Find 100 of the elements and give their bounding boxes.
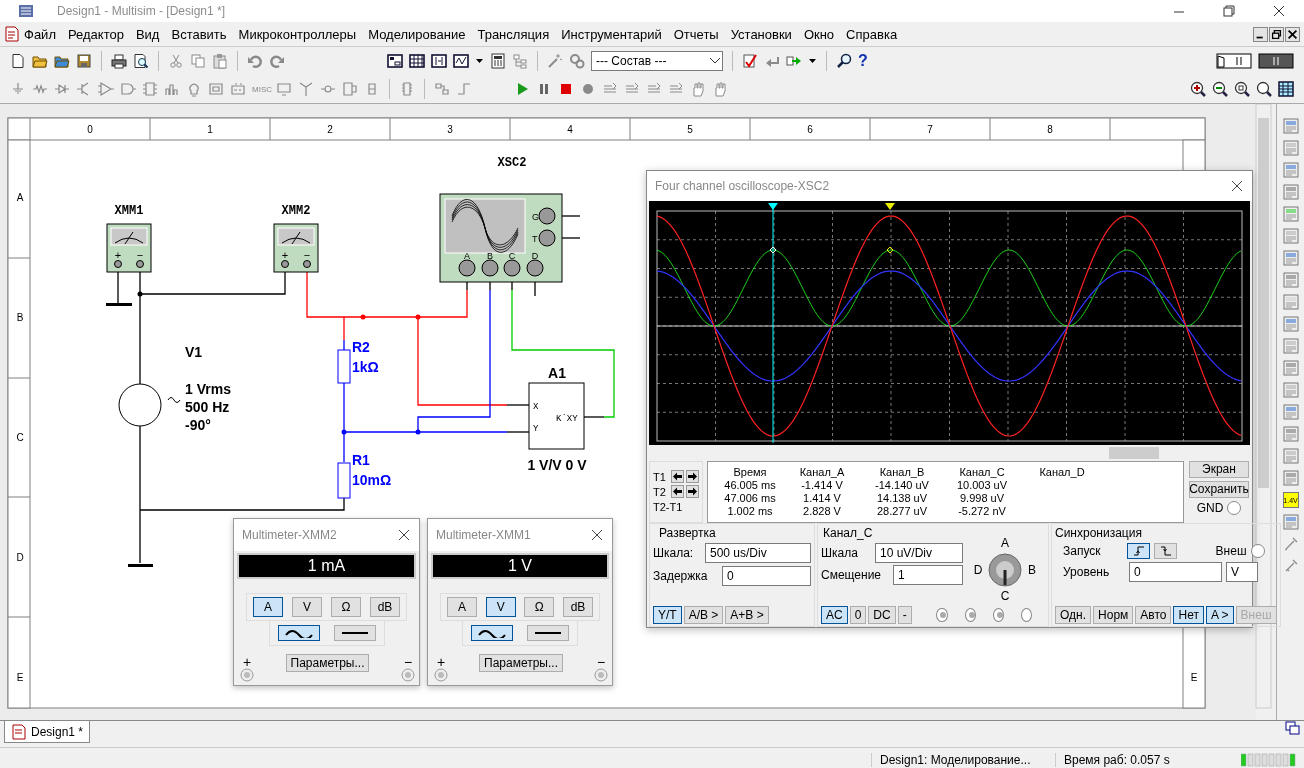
hand-icon[interactable] [712, 81, 728, 97]
cut-icon[interactable] [168, 53, 184, 69]
menu-item[interactable]: Вставить [171, 26, 227, 42]
menu-item[interactable]: Отчеты [673, 26, 719, 42]
menu-item[interactable]: Файл [24, 26, 56, 42]
radio-button[interactable] [1227, 500, 1242, 515]
ground-symbol-icon[interactable] [10, 81, 26, 97]
mode-button[interactable]: - [897, 606, 912, 624]
logic-gate-icon[interactable] [120, 81, 136, 97]
scale-field[interactable]: 500 us/Div [705, 543, 811, 563]
open-folder-icon[interactable] [54, 53, 70, 69]
instrument-panel-icon[interactable] [1282, 250, 1299, 266]
menu-item[interactable]: Справка [846, 26, 898, 42]
restore-icon[interactable] [1269, 26, 1284, 42]
dc-mode-button[interactable] [333, 625, 376, 641]
radio-button[interactable] [936, 608, 948, 622]
chip-icon[interactable] [142, 81, 158, 97]
step-signal-icon[interactable] [456, 81, 472, 97]
grid-icon[interactable] [409, 53, 425, 69]
menu-item[interactable]: Окно [803, 26, 835, 42]
instrument-panel-icon[interactable] [1282, 162, 1299, 178]
radio-button[interactable] [964, 608, 976, 622]
instrument-panel-icon[interactable] [1282, 118, 1299, 134]
right-arrow-button[interactable] [686, 470, 699, 484]
mode-button[interactable]: A [447, 597, 477, 617]
bar-chart-icon[interactable] [164, 81, 180, 97]
open-folder-icon[interactable] [32, 53, 48, 69]
instrument-panel-icon[interactable] [1282, 360, 1299, 376]
mode-button[interactable]: DC [868, 606, 896, 624]
mode-button[interactable]: A+B > [725, 606, 769, 624]
graph-icon[interactable] [453, 53, 469, 69]
connector-icon[interactable] [434, 81, 450, 97]
instrument-panel-icon[interactable] [1282, 470, 1299, 486]
paste-icon[interactable] [212, 53, 228, 69]
minimize-icon[interactable] [1253, 26, 1268, 42]
right-arrow-button[interactable] [686, 485, 699, 499]
menu-item[interactable]: Инструментарий [561, 26, 662, 42]
checklist-icon[interactable] [742, 53, 758, 69]
close-icon[interactable] [1285, 26, 1300, 42]
close-icon[interactable] [1272, 4, 1286, 18]
battery-icon[interactable] [230, 81, 246, 97]
menu-item[interactable]: Микроконтроллеры [238, 26, 357, 42]
mode-button[interactable]: Ω [331, 597, 361, 617]
instrument-panel-icon[interactable] [1282, 294, 1299, 310]
instrument-panel-icon[interactable] [1282, 206, 1299, 222]
calculator-icon[interactable] [490, 53, 506, 69]
radio-button[interactable] [1250, 544, 1265, 558]
component-filter-dropdown[interactable]: --- Состав --- [591, 51, 723, 71]
instrument-panel-icon[interactable] [1282, 514, 1299, 530]
menu-item[interactable]: Трансляция [477, 26, 550, 42]
panel-icon[interactable] [431, 53, 447, 69]
ac-mode-button[interactable] [471, 625, 513, 641]
document-tab[interactable]: Design1 * [4, 721, 91, 743]
instrument-panel-icon[interactable] [1282, 272, 1299, 288]
mode-button[interactable]: A/B > [683, 606, 724, 624]
mode-button[interactable]: Авто [1135, 606, 1172, 624]
new-document-icon[interactable] [10, 53, 26, 69]
instrument-panel-icon[interactable] [1282, 426, 1299, 442]
instrument-panel-icon[interactable] [1282, 382, 1299, 398]
close-icon[interactable] [397, 528, 411, 542]
close-icon[interactable] [590, 528, 604, 542]
instrument-panel-icon[interactable] [1282, 184, 1299, 200]
instrument-panel-icon[interactable] [1282, 140, 1299, 156]
display-panel-icon[interactable] [1258, 52, 1294, 70]
falling-edge-button[interactable] [1154, 543, 1177, 559]
instrument-panel-icon[interactable] [1282, 448, 1299, 464]
zoom-out-icon[interactable] [1212, 81, 1228, 97]
left-arrow-button[interactable] [671, 485, 684, 499]
display-icon[interactable] [208, 81, 224, 97]
monitor-icon[interactable] [276, 81, 292, 97]
menu-item[interactable]: Моделирование [368, 26, 466, 42]
mode-button[interactable]: Ω [524, 597, 555, 617]
gears-icon[interactable] [569, 53, 585, 69]
instrument-panel-icon[interactable] [1282, 228, 1299, 244]
mode-button[interactable]: Нет [1173, 606, 1204, 624]
wand-icon[interactable] [547, 53, 563, 69]
mode-button[interactable]: A > [1205, 606, 1234, 624]
mode-button[interactable]: 0 [849, 606, 867, 624]
settings-button[interactable]: Параметры... [285, 654, 370, 672]
instrument-panel-icon[interactable] [1282, 404, 1299, 420]
mode-button[interactable]: Норм [1093, 606, 1134, 624]
panel-button[interactable]: Сохранить [1189, 480, 1249, 498]
delay-field[interactable]: 0 [722, 566, 811, 586]
radio-button[interactable] [1020, 608, 1032, 622]
probe-icon[interactable] [1282, 536, 1299, 552]
close-icon[interactable] [1230, 179, 1244, 193]
panel-button[interactable]: Экран [1189, 460, 1249, 478]
zoom-in-icon[interactable] [1190, 81, 1206, 97]
mode-button[interactable]: dB [562, 597, 593, 617]
unit-field[interactable]: V [1226, 562, 1258, 582]
menu-item[interactable]: Редактор [67, 26, 124, 42]
menu-item[interactable]: Установки [730, 26, 792, 42]
left-arrow-button[interactable] [671, 470, 684, 484]
undo-icon[interactable] [247, 53, 263, 69]
selector-knob-icon[interactable] [987, 552, 1023, 588]
mode-button[interactable]: Y/T [653, 606, 682, 624]
cascade-windows-icon[interactable] [1285, 721, 1300, 736]
mode-button[interactable]: Одн. [1055, 606, 1092, 624]
export-arrow-icon[interactable] [786, 53, 802, 69]
print-preview-icon[interactable] [133, 53, 149, 69]
